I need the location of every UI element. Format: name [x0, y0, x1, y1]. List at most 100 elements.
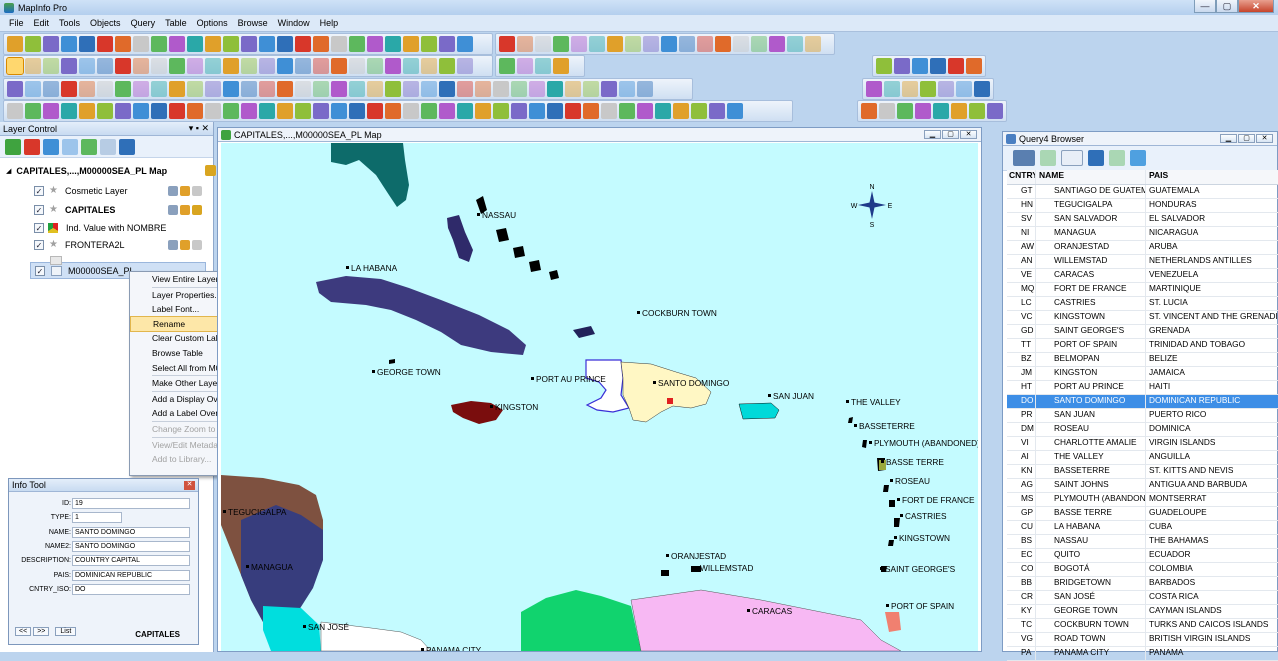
star-icon[interactable]: ★ [48, 239, 59, 250]
tb-r1-tool-icon[interactable] [966, 58, 982, 74]
tb-tools-tool-icon[interactable] [205, 103, 221, 119]
map-minimize-button[interactable]: ▁ [924, 130, 941, 139]
tb-tools-tool-icon[interactable] [601, 103, 617, 119]
info-field-value[interactable]: COUNTRY CAPITAL [72, 555, 190, 567]
table-row[interactable]: DM ROSEAU DOMINICA [1007, 423, 1278, 437]
table-row[interactable]: BS NASSAU THE BAHAMAS [1007, 535, 1278, 549]
layer-visible-checkbox[interactable]: ✓ [34, 239, 44, 250]
tb-edit-tool-icon[interactable] [295, 81, 311, 97]
layer-label-icon[interactable] [180, 204, 190, 215]
table-row[interactable]: AG SAINT JOHNS ANTIGUA AND BARBUDA [1007, 479, 1278, 493]
browser-restore-button[interactable]: ▢ [1238, 134, 1255, 143]
table-row[interactable]: CR SAN JOSÉ COSTA RICA [1007, 591, 1278, 605]
tb-main-tool-icon[interactable] [349, 58, 365, 74]
info-field-value[interactable]: SANTO DOMINGO [72, 526, 190, 538]
info-field-value[interactable]: DO [72, 583, 190, 595]
city-marker[interactable] [490, 405, 493, 408]
remove-layer-icon[interactable] [24, 138, 40, 155]
tb-standard-tool-icon[interactable] [61, 36, 77, 52]
tb-drawing-tool-icon[interactable] [535, 36, 551, 52]
tb-r1-tool-icon[interactable] [948, 58, 964, 74]
tb-edit-tool-icon[interactable] [205, 81, 221, 97]
city-marker[interactable] [886, 604, 889, 607]
tb-main-tool-icon[interactable] [295, 58, 311, 74]
layer-label-icon[interactable] [180, 185, 190, 196]
tb-edit-tool-icon[interactable] [151, 81, 167, 97]
city-marker[interactable] [666, 554, 669, 557]
tb-standard-tool-icon[interactable] [457, 36, 473, 52]
tb-r1-tool-icon[interactable] [930, 58, 946, 74]
tb-r1-tool-icon[interactable] [912, 58, 928, 74]
table-row[interactable]: JM KINGSTON JAMAICA [1007, 367, 1278, 381]
tb-r3-tool-icon[interactable] [879, 103, 895, 119]
tb-drawing-tool-icon[interactable] [697, 36, 713, 52]
table-row[interactable]: EC QUITO ECUADOR [1007, 549, 1278, 563]
table-row[interactable]: NI MANAGUA NICARAGUA [1007, 227, 1278, 241]
tb-standard-tool-icon[interactable] [277, 36, 293, 52]
tb-drawing-tool-icon[interactable] [751, 36, 767, 52]
tb-drawing-tool-icon[interactable] [643, 36, 659, 52]
table-row[interactable]: PA PANAMA CITY PANAMA [1007, 647, 1278, 661]
info-field-value[interactable]: 19 [72, 498, 190, 509]
table-row[interactable]: MS PLYMOUTH (ABANDONED) MONTSERRAT [1007, 493, 1278, 507]
table-row[interactable]: AW ORANJESTAD ARUBA [1007, 241, 1278, 255]
move-up-icon[interactable] [43, 138, 59, 155]
tb-edit-tool-icon[interactable] [547, 81, 563, 97]
layer-row[interactable]: ✓ ★ Cosmetic Layer [0, 182, 210, 199]
tb-edit-tool-icon[interactable] [385, 81, 401, 97]
display-icon[interactable] [100, 138, 116, 155]
table-row[interactable]: GD SAINT GEORGE'S GRENADA [1007, 325, 1278, 339]
map-tree-root[interactable]: ◢ CAPITALES,...,M00000SEA_PL Map [6, 162, 216, 179]
tb-tools-tool-icon[interactable] [637, 103, 653, 119]
menu-edit[interactable]: Edit [29, 18, 55, 28]
table-row[interactable]: MQ FORT DE FRANCE MARTINIQUE [1007, 283, 1278, 297]
tb-tools-tool-icon[interactable] [259, 103, 275, 119]
tb-tools-tool-icon[interactable] [565, 103, 581, 119]
city-marker[interactable] [477, 213, 480, 216]
tb-drawing-tool-icon[interactable] [679, 36, 695, 52]
move-down-icon[interactable] [62, 138, 78, 155]
tb-edit-tool-icon[interactable] [277, 81, 293, 97]
columns-icon[interactable] [1130, 150, 1146, 166]
tb-tools-tool-icon[interactable] [493, 103, 509, 119]
layer-edit-icon[interactable] [192, 185, 202, 196]
tb-tools-tool-icon[interactable] [439, 103, 455, 119]
menu-file[interactable]: File [4, 18, 29, 28]
tb-edit-tool-icon[interactable] [115, 81, 131, 97]
city-marker[interactable] [223, 510, 226, 513]
tb-edit-tool-icon[interactable] [7, 81, 23, 97]
layer-row[interactable]: ✓ ★ CAPITALES [0, 201, 210, 218]
tb-tools-tool-icon[interactable] [349, 103, 365, 119]
tb-drawing-tool-icon[interactable] [553, 36, 569, 52]
tb-tools-tool-icon[interactable] [43, 103, 59, 119]
browser-minimize-button[interactable]: ▁ [1220, 134, 1237, 143]
tb-tools-tool-icon[interactable] [619, 103, 635, 119]
tb-main-tool-icon[interactable] [367, 58, 383, 74]
menu-table[interactable]: Table [160, 18, 192, 28]
tb-main-tool-icon[interactable] [61, 58, 77, 74]
table-row[interactable]: VC KINGSTOWN ST. VINCENT AND THE GRENADI… [1007, 311, 1278, 325]
city-marker[interactable] [900, 514, 903, 517]
table-row[interactable]: CU LA HABANA CUBA [1007, 521, 1278, 535]
tb-standard-tool-icon[interactable] [7, 36, 23, 52]
tb-tools-tool-icon[interactable] [25, 103, 41, 119]
layer-properties-icon[interactable] [81, 138, 97, 155]
table-row[interactable]: PR SAN JUAN PUERTO RICO [1007, 409, 1278, 423]
tb-edit-tool-icon[interactable] [637, 81, 653, 97]
tb-tools-tool-icon[interactable] [295, 103, 311, 119]
tb-edit-tool-icon[interactable] [367, 81, 383, 97]
city-marker[interactable] [897, 498, 900, 501]
tb-standard-tool-icon[interactable] [331, 36, 347, 52]
tb-tools-tool-icon[interactable] [223, 103, 239, 119]
tb-r3-tool-icon[interactable] [987, 103, 1003, 119]
tb-standard-tool-icon[interactable] [295, 36, 311, 52]
tb-edit-tool-icon[interactable] [43, 81, 59, 97]
tb-r3-tool-icon[interactable] [915, 103, 931, 119]
city-marker[interactable] [894, 536, 897, 539]
tb-edit-tool-icon[interactable] [565, 81, 581, 97]
tb-r3-tool-icon[interactable] [861, 103, 877, 119]
list-button[interactable]: List [55, 627, 77, 636]
tb-standard-tool-icon[interactable] [25, 36, 41, 52]
tb-r2-tool-icon[interactable] [902, 81, 918, 97]
table-row[interactable]: BZ BELMOPAN BELIZE [1007, 353, 1278, 367]
